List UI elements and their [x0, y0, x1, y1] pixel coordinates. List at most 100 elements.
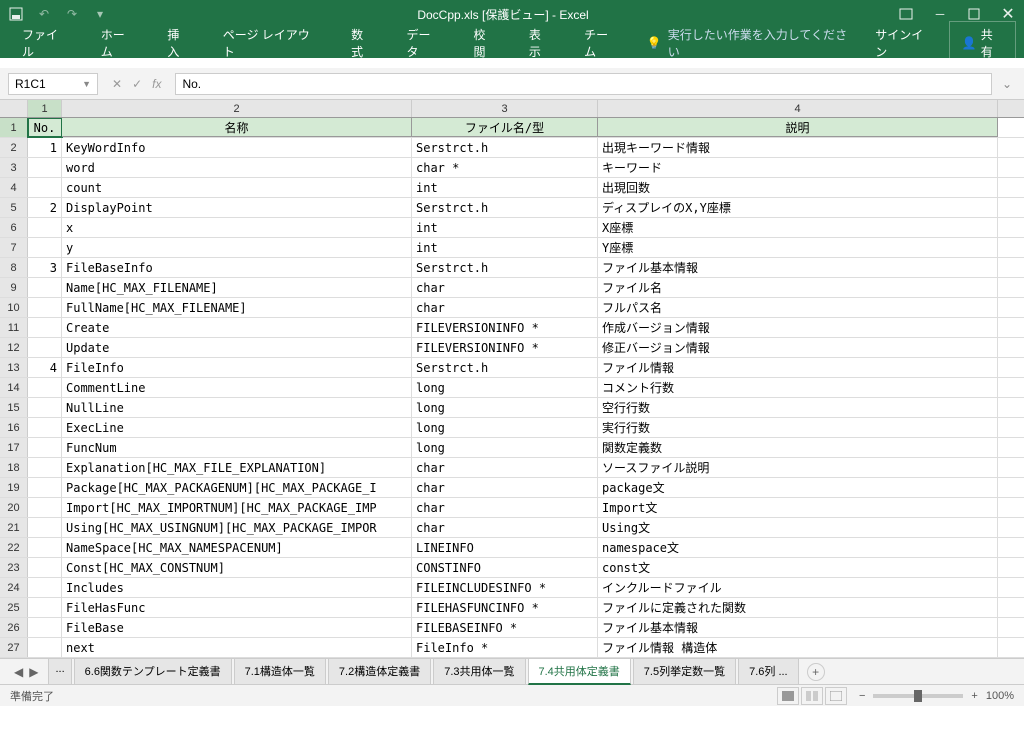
cell[interactable]	[28, 578, 62, 597]
cell[interactable]	[28, 598, 62, 617]
cell[interactable]: FILEHASFUNCINFO *	[412, 598, 598, 617]
row-header[interactable]: 21	[0, 518, 28, 537]
cell[interactable]	[28, 298, 62, 317]
cell[interactable]	[28, 438, 62, 457]
close-icon[interactable]: ✕	[1000, 6, 1016, 22]
cell[interactable]: FileBase	[62, 618, 412, 637]
row-header[interactable]: 9	[0, 278, 28, 297]
cell[interactable]: FileHasFunc	[62, 598, 412, 617]
undo-icon[interactable]: ↶	[36, 6, 52, 22]
row-header[interactable]: 23	[0, 558, 28, 577]
cell[interactable]: 説明	[598, 118, 998, 137]
cell[interactable]: インクルードファイル	[598, 578, 998, 597]
cell[interactable]	[28, 338, 62, 357]
cell[interactable]: Serstrct.h	[412, 198, 598, 217]
cell[interactable]: ファイル名	[598, 278, 998, 297]
cell[interactable]: int	[412, 178, 598, 197]
cell[interactable]: NameSpace[HC_MAX_NAMESPACENUM]	[62, 538, 412, 557]
cell[interactable]: FileBaseInfo	[62, 258, 412, 277]
ribbon-display-icon[interactable]	[898, 6, 914, 22]
cell[interactable]: const文	[598, 558, 998, 577]
tab-pagelayout[interactable]: ページ レイアウト	[209, 20, 333, 66]
cell[interactable]: 出現キーワード情報	[598, 138, 998, 157]
row-header[interactable]: 8	[0, 258, 28, 277]
cell[interactable]: Serstrct.h	[412, 358, 598, 377]
cell[interactable]: long	[412, 418, 598, 437]
zoom-in-button[interactable]: +	[971, 690, 977, 702]
cell[interactable]: FILEVERSIONINFO *	[412, 338, 598, 357]
cell[interactable]: Serstrct.h	[412, 258, 598, 277]
cell[interactable]: Import文	[598, 498, 998, 517]
cell[interactable]: char	[412, 278, 598, 297]
cell[interactable]: ファイル名/型	[412, 118, 598, 137]
cell[interactable]: Y座標	[598, 238, 998, 257]
row-header[interactable]: 6	[0, 218, 28, 237]
cell[interactable]: ソースファイル説明	[598, 458, 998, 477]
cell[interactable]	[28, 618, 62, 637]
row-header[interactable]: 11	[0, 318, 28, 337]
cell[interactable]: Using[HC_MAX_USINGNUM][HC_MAX_PACKAGE_IM…	[62, 518, 412, 537]
cell[interactable]: FILEINCLUDESINFO *	[412, 578, 598, 597]
sheet-tab[interactable]: 7.5列挙定数一覧	[633, 658, 736, 685]
cell[interactable]: y	[62, 238, 412, 257]
row-header[interactable]: 24	[0, 578, 28, 597]
row-header[interactable]: 20	[0, 498, 28, 517]
cell[interactable]: char	[412, 458, 598, 477]
cell[interactable]: Update	[62, 338, 412, 357]
cell[interactable]: char	[412, 298, 598, 317]
cell[interactable]: 名称	[62, 118, 412, 137]
cell[interactable]	[28, 398, 62, 417]
col-header-3[interactable]: 3	[412, 100, 598, 117]
cell[interactable]	[28, 218, 62, 237]
cancel-icon[interactable]: ✕	[112, 77, 122, 91]
cell[interactable]: DisplayPoint	[62, 198, 412, 217]
cell[interactable]: 修正バージョン情報	[598, 338, 998, 357]
cell[interactable]: long	[412, 378, 598, 397]
cell[interactable]	[28, 478, 62, 497]
cell[interactable]: CONSTINFO	[412, 558, 598, 577]
row-header[interactable]: 19	[0, 478, 28, 497]
save-icon[interactable]	[8, 6, 24, 22]
cell[interactable]: ディスプレイのX,Y座標	[598, 198, 998, 217]
select-all-corner[interactable]	[0, 100, 28, 117]
cell[interactable]: ファイル情報 構造体	[598, 638, 998, 657]
tab-review[interactable]: 校閲	[459, 20, 510, 66]
cell[interactable]: char	[412, 498, 598, 517]
col-header-2[interactable]: 2	[62, 100, 412, 117]
sheet-nav-next-icon[interactable]: ▶	[29, 665, 38, 679]
row-header[interactable]: 22	[0, 538, 28, 557]
view-pagelayout-button[interactable]	[801, 687, 823, 705]
cell[interactable]: package文	[598, 478, 998, 497]
cell[interactable]: No.	[28, 118, 62, 137]
cell[interactable]: 4	[28, 358, 62, 377]
cell[interactable]: Const[HC_MAX_CONSTNUM]	[62, 558, 412, 577]
minimize-icon[interactable]: ─	[932, 6, 948, 22]
row-header[interactable]: 5	[0, 198, 28, 217]
cell[interactable]: long	[412, 438, 598, 457]
cell[interactable]: 2	[28, 198, 62, 217]
row-header[interactable]: 14	[0, 378, 28, 397]
cell[interactable]	[28, 458, 62, 477]
cell[interactable]: X座標	[598, 218, 998, 237]
col-header-1[interactable]: 1	[28, 100, 62, 117]
cell[interactable]: Includes	[62, 578, 412, 597]
cell[interactable]: word	[62, 158, 412, 177]
tab-data[interactable]: データ	[392, 20, 455, 66]
cell[interactable]	[28, 638, 62, 657]
cell[interactable]: char	[412, 478, 598, 497]
zoom-out-button[interactable]: −	[859, 690, 865, 702]
cell[interactable]: LINEINFO	[412, 538, 598, 557]
add-sheet-button[interactable]: +	[807, 663, 825, 681]
row-header[interactable]: 12	[0, 338, 28, 357]
cell[interactable]: CommentLine	[62, 378, 412, 397]
enter-icon[interactable]: ✓	[132, 77, 142, 91]
cell[interactable]: 出現回数	[598, 178, 998, 197]
row-header[interactable]: 7	[0, 238, 28, 257]
view-pagebreak-button[interactable]	[825, 687, 847, 705]
chevron-down-icon[interactable]: ▼	[82, 79, 91, 89]
row-header[interactable]: 26	[0, 618, 28, 637]
tab-file[interactable]: ファイル	[8, 20, 83, 66]
cell[interactable]	[28, 518, 62, 537]
data-rows[interactable]: 1No.名称ファイル名/型説明21KeyWordInfoSerstrct.h出現…	[0, 118, 1024, 658]
cell[interactable]	[28, 558, 62, 577]
